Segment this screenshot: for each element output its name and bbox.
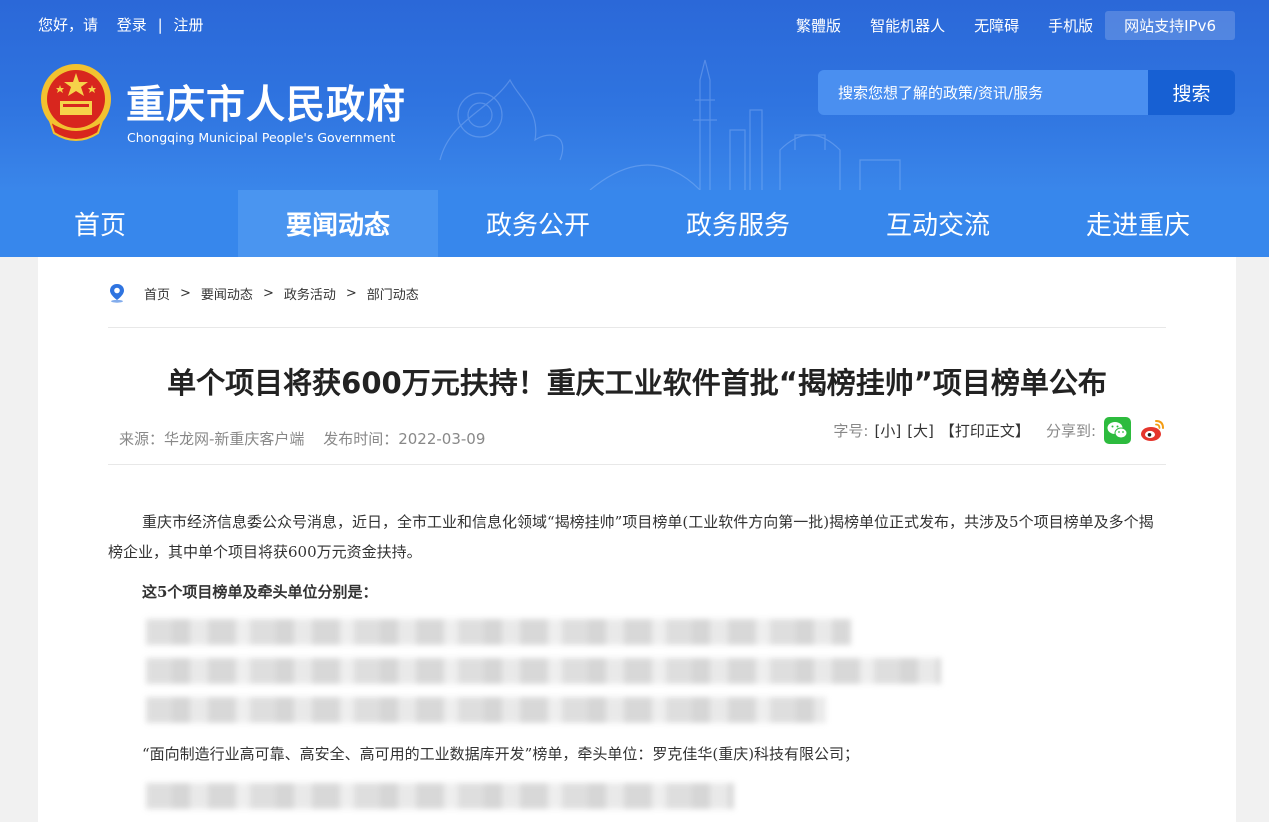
share-label: 分享到: (1045, 422, 1096, 440)
location-pin-icon (110, 284, 124, 303)
blurred-text-line (146, 697, 826, 723)
site-header: 您好，请 登录 | 注册 繁體版 智能机器人 无障碍 手机版 网站支持IPv6 … (0, 0, 1269, 190)
breadcrumb-separator: > (345, 285, 357, 301)
breadcrumb-news[interactable]: 要闻动态 (201, 284, 253, 303)
accessibility-link[interactable]: 无障碍 (974, 15, 1019, 36)
article-publish-time: 发布时间：2022-03-09 (323, 430, 486, 448)
city-skyline-decoration (439, 59, 901, 190)
font-small-button[interactable]: [小] (874, 420, 901, 441)
meta-divider (108, 464, 1166, 465)
breadcrumb-separator: > (262, 285, 274, 301)
mobile-version-link[interactable]: 手机版 (1048, 15, 1093, 36)
blurred-text-line (146, 658, 941, 684)
article-title: 单个项目将获600万元扶持！重庆工业软件首批“揭榜挂帅”项目榜单公布 (167, 366, 1107, 400)
nav-item-home[interactable]: 首页 (0, 190, 238, 257)
article-source: 来源：华龙网-新重庆客户端 (119, 430, 305, 448)
article-container: 首页 > 要闻动态 > 政务活动 > 部门动态 单个项目将获600万元扶持！重庆… (38, 257, 1236, 822)
register-link[interactable]: 注册 (173, 16, 203, 34)
breadcrumb-home[interactable]: 首页 (144, 284, 170, 303)
traditional-chinese-link[interactable]: 繁體版 (796, 15, 841, 36)
blurred-text-line (146, 619, 851, 645)
user-greeting: 您好，请 登录 | 注册 (38, 14, 203, 35)
article-list-item: “面向制造行业高可靠、高安全、高可用的工业数据库开发”榜单，牵头单位：罗克佳华(… (142, 745, 860, 763)
nav-item-interaction[interactable]: 互动交流 (838, 190, 1038, 257)
login-register-separator: | (157, 16, 163, 34)
breadcrumb-department-news[interactable]: 部门动态 (367, 284, 419, 303)
breadcrumb-separator: > (180, 285, 191, 301)
breadcrumb: 首页 > 要闻动态 > 政务活动 > 部门动态 (108, 283, 419, 303)
smart-robot-link[interactable]: 智能机器人 (870, 15, 945, 36)
site-title[interactable]: 重庆市人民政府 (126, 74, 406, 130)
search-button[interactable]: 搜索 (1148, 70, 1235, 115)
blurred-text-line (146, 783, 734, 809)
nav-item-news[interactable]: 要闻动态 (238, 190, 438, 257)
article-tools: 字号: [小] [大] 【打印正文】 分享到: (833, 417, 1166, 444)
search-input[interactable] (818, 70, 1148, 115)
breadcrumb-government-activities[interactable]: 政务活动 (284, 284, 336, 303)
breadcrumb-divider (108, 327, 1166, 328)
nav-item-about-chongqing[interactable]: 走进重庆 (1038, 190, 1238, 257)
greeting-text: 您好，请 (38, 16, 99, 34)
login-link[interactable]: 登录 (117, 16, 147, 34)
article-subheading: 这5个项目榜单及牵头单位分别是： (142, 583, 378, 601)
weibo-icon[interactable] (1139, 417, 1166, 444)
ipv6-badge[interactable]: 网站支持IPv6 (1105, 11, 1235, 40)
top-links: 繁體版 智能机器人 无障碍 手机版 网站支持IPv6 (767, 11, 1235, 40)
article-meta: 来源：华龙网-新重庆客户端 发布时间：2022-03-09 (119, 428, 485, 449)
nav-item-government-services[interactable]: 政务服务 (638, 190, 838, 257)
wechat-icon[interactable] (1104, 417, 1131, 444)
print-button[interactable]: 【打印正文】 (940, 420, 1030, 441)
article-paragraph: 重庆市经济信息委公众号消息，近日，全市工业和信息化领域“揭榜挂帅”项目榜单(工业… (108, 513, 1154, 561)
main-nav: 首页 要闻动态 政务公开 政务服务 互动交流 走进重庆 (0, 190, 1269, 257)
nav-item-government-affairs[interactable]: 政务公开 (438, 190, 638, 257)
site-subtitle: Chongqing Municipal People's Government (127, 130, 396, 145)
top-bar: 您好，请 登录 | 注册 繁體版 智能机器人 无障碍 手机版 网站支持IPv6 (0, 0, 1269, 50)
font-size-label: 字号: (833, 422, 869, 440)
font-large-button[interactable]: [大] (907, 420, 934, 441)
national-emblem-icon (41, 64, 111, 141)
